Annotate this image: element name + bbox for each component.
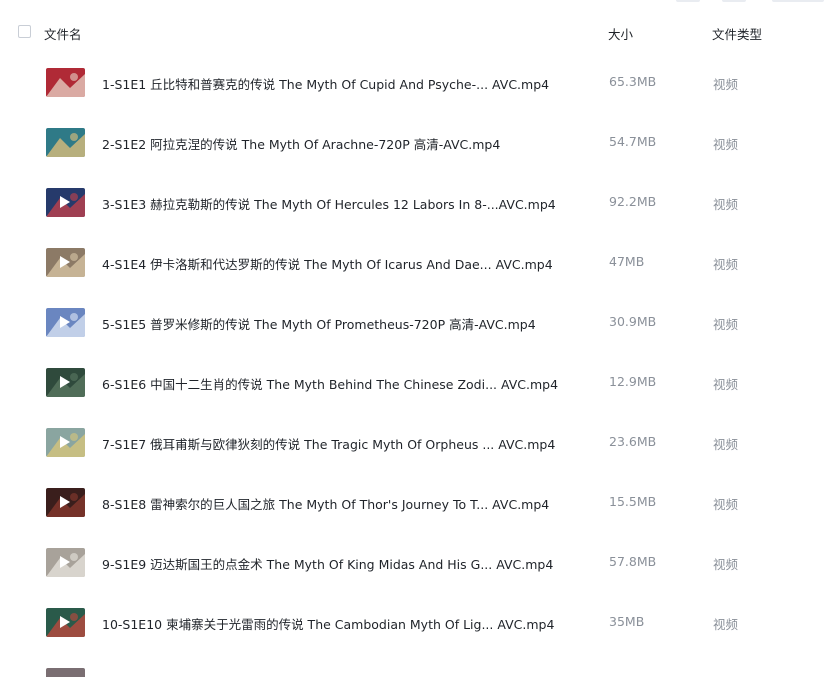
file-type: 视频 (713, 377, 739, 392)
file-row[interactable]: 3-S1E3 赫拉克勒斯的传说 The Myth Of Hercules 12 … (0, 172, 824, 232)
video-thumbnail[interactable] (46, 308, 85, 337)
column-header-type[interactable]: 文件类型 (712, 24, 762, 43)
file-row[interactable]: 6-S1E6 中国十二生肖的传说 The Myth Behind The Chi… (0, 352, 824, 412)
file-row[interactable]: 10-S1E10 柬埔寨关于光雷雨的传说 The Cambodian Myth … (0, 592, 824, 652)
file-type: 视频 (713, 137, 739, 152)
file-size: 92.2MB (609, 194, 657, 209)
video-thumbnail[interactable] (46, 608, 85, 637)
file-name[interactable]: 7-S1E7 俄耳甫斯与欧律狄刻的传说 The Tragic Myth Of O… (102, 434, 555, 453)
file-size: 30.9MB (609, 314, 657, 329)
file-row[interactable]: 2-S1E2 阿拉克涅的传说 The Myth Of Arachne-720P … (0, 112, 824, 172)
select-all-checkbox[interactable] (18, 25, 31, 38)
file-size: 35MB (609, 614, 645, 629)
toolbar-stub (722, 0, 746, 2)
video-thumbnail[interactable] (46, 668, 85, 677)
file-row[interactable]: 1-S1E1 丘比特和普赛克的传说 The Myth Of Cupid And … (0, 52, 824, 112)
file-type: 视频 (713, 617, 739, 632)
file-row[interactable]: 5-S1E5 普罗米修斯的传说 The Myth Of Prometheus-7… (0, 292, 824, 352)
file-size: 23.6MB (609, 434, 657, 449)
column-header-size[interactable]: 大小 (608, 24, 633, 43)
video-thumbnail[interactable] (46, 128, 85, 157)
file-size: 15.5MB (609, 494, 657, 509)
column-header-name[interactable]: 文件名 (44, 24, 82, 43)
video-thumbnail[interactable] (46, 548, 85, 577)
play-icon (60, 376, 70, 388)
video-thumbnail[interactable] (46, 488, 85, 517)
file-name[interactable]: 2-S1E2 阿拉克涅的传说 The Myth Of Arachne-720P … (102, 134, 500, 153)
file-name[interactable]: 3-S1E3 赫拉克勒斯的传说 The Myth Of Hercules 12 … (102, 194, 556, 213)
video-thumbnail[interactable] (46, 188, 85, 217)
file-type: 视频 (713, 317, 739, 332)
file-list: 1-S1E1 丘比特和普赛克的传说 The Myth Of Cupid And … (0, 52, 824, 652)
play-icon (60, 496, 70, 508)
file-size: 57.8MB (609, 554, 657, 569)
file-row[interactable]: 4-S1E4 伊卡洛斯和代达罗斯的传说 The Myth Of Icarus A… (0, 232, 824, 292)
list-header: 文件名 大小 文件类型 (0, 16, 824, 50)
toolbar-stub (676, 0, 700, 2)
file-size: 65.3MB (609, 74, 657, 89)
play-icon (60, 616, 70, 628)
file-list-page: 文件名 大小 文件类型 1-S1E1 丘比特和普赛克的传说 The Myth O… (0, 0, 824, 677)
video-thumbnail[interactable] (46, 368, 85, 397)
play-icon (60, 436, 70, 448)
play-icon (60, 196, 70, 208)
file-row[interactable]: 8-S1E8 雷神索尔的巨人国之旅 The Myth Of Thor's Jou… (0, 472, 824, 532)
video-thumbnail[interactable] (46, 428, 85, 457)
video-thumbnail[interactable] (46, 248, 85, 277)
play-icon (60, 556, 70, 568)
file-size: 54.7MB (609, 134, 657, 149)
file-type: 视频 (713, 557, 739, 572)
file-type: 视频 (713, 77, 739, 92)
file-row[interactable]: 7-S1E7 俄耳甫斯与欧律狄刻的传说 The Tragic Myth Of O… (0, 412, 824, 472)
file-type: 视频 (713, 437, 739, 452)
file-type: 视频 (713, 497, 739, 512)
file-type: 视频 (713, 257, 739, 272)
file-name[interactable]: 8-S1E8 雷神索尔的巨人国之旅 The Myth Of Thor's Jou… (102, 494, 549, 513)
video-thumbnail[interactable] (46, 68, 85, 97)
file-name[interactable]: 10-S1E10 柬埔寨关于光雷雨的传说 The Cambodian Myth … (102, 614, 554, 633)
file-name[interactable]: 9-S1E9 迈达斯国王的点金术 The Myth Of King Midas … (102, 554, 553, 573)
file-name[interactable]: 1-S1E1 丘比特和普赛克的传说 The Myth Of Cupid And … (102, 74, 549, 93)
toolbar-stub (772, 0, 824, 2)
file-name[interactable]: 4-S1E4 伊卡洛斯和代达罗斯的传说 The Myth Of Icarus A… (102, 254, 553, 273)
file-type: 视频 (713, 197, 739, 212)
file-name[interactable]: 6-S1E6 中国十二生肖的传说 The Myth Behind The Chi… (102, 374, 558, 393)
file-size: 12.9MB (609, 374, 657, 389)
file-row[interactable]: 9-S1E9 迈达斯国王的点金术 The Myth Of King Midas … (0, 532, 824, 592)
play-icon (60, 316, 70, 328)
file-name[interactable]: 5-S1E5 普罗米修斯的传说 The Myth Of Prometheus-7… (102, 314, 536, 333)
file-size: 47MB (609, 254, 645, 269)
play-icon (60, 256, 70, 268)
